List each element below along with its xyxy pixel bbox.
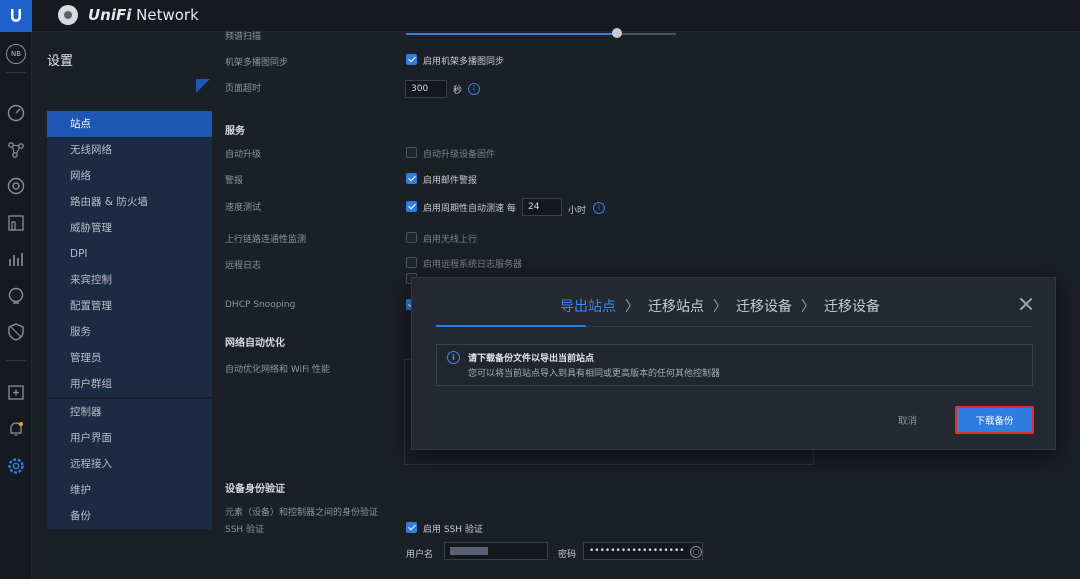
timeout-label: 页面超时: [225, 84, 262, 94]
threat-icon[interactable]: [5, 321, 27, 343]
slider-rest: [616, 33, 676, 35]
download-backup-button[interactable]: 下载备份: [955, 406, 1034, 434]
insights-icon[interactable]: [5, 285, 27, 307]
info-icon: i: [447, 351, 460, 364]
alerts-check-label: 启用邮件警报: [423, 176, 478, 186]
cancel-button[interactable]: 取消: [898, 413, 917, 427]
nav-item-maintenance[interactable]: 维护: [47, 477, 212, 503]
meshcast-checkbox[interactable]: [406, 54, 417, 65]
nav-item-user-groups[interactable]: 用户群组: [47, 371, 212, 397]
speedtest-unit: 小时: [568, 206, 587, 216]
nav-item-networks[interactable]: 网络: [47, 163, 212, 189]
chevron-right-icon: 〉: [625, 299, 639, 315]
nav-item-admins[interactable]: 管理员: [47, 345, 212, 371]
password-label: 密码: [558, 550, 577, 560]
ssh-auth-check-label: 启用 SSH 验证: [423, 525, 483, 535]
unifi-app-icon: [58, 5, 78, 25]
network-optimization-title: 网络自动优化: [225, 338, 285, 349]
speedtest-interval-input[interactable]: 24: [522, 198, 562, 216]
active-nav-marker: [196, 79, 210, 93]
top-bar: UniFi Network: [0, 0, 1080, 32]
network-optimization-label: 自动优化网络和 WiFi 性能: [225, 365, 330, 375]
app-title: UniFi Network: [88, 6, 199, 24]
uplink-monitor-label: 上行链路连通性监测: [225, 235, 307, 245]
nav-item-profiles[interactable]: 配置管理: [47, 293, 212, 319]
step-export-site[interactable]: 导出站点: [560, 296, 616, 316]
step-migrate-devices[interactable]: 迁移设备: [736, 296, 792, 316]
alerts-icon[interactable]: [5, 418, 27, 440]
close-icon[interactable]: [1018, 296, 1034, 312]
uplink-checkbox[interactable]: [406, 232, 417, 243]
syslog-label: 远程日志: [225, 261, 262, 271]
spectrum-slider[interactable]: [406, 28, 676, 38]
migration-steps: 导出站点〉迁移站点〉迁移设备〉迁移设备: [560, 296, 880, 318]
step-migrate-devices-final[interactable]: 迁移设备: [824, 296, 880, 316]
syslog-checkbox[interactable]: [406, 257, 417, 268]
topology-icon[interactable]: [5, 139, 27, 161]
chevron-right-icon: 〉: [713, 299, 727, 315]
nav-item-dpi[interactable]: DPI: [47, 241, 212, 267]
settings-nav-list: 站点 无线网络 网络 路由器 & 防火墙 威胁管理 DPI 来宾控制 配置管理 …: [47, 111, 212, 529]
dashboard-icon[interactable]: [5, 102, 27, 124]
device-auth-title: 设备身份验证: [225, 484, 285, 495]
ssh-auth-label: SSH 验证: [225, 525, 265, 535]
devices-icon[interactable]: [5, 175, 27, 197]
ssh-auth-checkbox[interactable]: [406, 522, 417, 533]
timeout-unit: 秒: [453, 86, 463, 96]
nav-item-remote-access[interactable]: 远程接入: [47, 451, 212, 477]
device-auth-description: 元素（设备）和控制器之间的身份验证: [225, 508, 379, 518]
migrate-site-dialog: 导出站点〉迁移站点〉迁移设备〉迁移设备 i 请下载备份文件以导出当前站点 您可以…: [411, 277, 1056, 450]
site-badge[interactable]: NB: [6, 44, 26, 64]
spectrum-label: 频谱扫描: [225, 32, 262, 42]
events-icon[interactable]: [5, 381, 27, 403]
settings-title: 设置: [47, 54, 74, 69]
icon-rail: NB: [0, 32, 32, 579]
rail-divider: [6, 72, 26, 73]
speedtest-label: 速度测试: [225, 203, 262, 213]
show-password-icon[interactable]: ○: [690, 546, 702, 558]
nav-item-wireless[interactable]: 无线网络: [47, 137, 212, 163]
timeout-info-icon[interactable]: i: [468, 83, 480, 95]
meshcast-check-label: 启用机架多播图同步: [423, 57, 505, 67]
auto-upgrade-label: 自动升级: [225, 150, 262, 160]
auto-upgrade-check-label: 自动升级设备固件: [423, 150, 496, 160]
ubiquiti-logo-icon[interactable]: [0, 0, 32, 32]
alerts-label: 警报: [225, 176, 244, 186]
nav-item-threat-management[interactable]: 威胁管理: [47, 215, 212, 241]
meshcast-label: 机架多播图同步: [225, 58, 289, 68]
export-notice: i 请下载备份文件以导出当前站点 您可以将当前站点导入到具有相同或更高版本的任何…: [436, 344, 1033, 386]
username-label: 用户名: [406, 550, 434, 560]
timeout-input[interactable]: 300: [405, 80, 447, 98]
nav-item-routing-firewall[interactable]: 路由器 & 防火墙: [47, 189, 212, 215]
services-title: 服务: [225, 126, 245, 137]
statistics-icon[interactable]: [5, 248, 27, 270]
alerts-checkbox[interactable]: [406, 173, 417, 184]
nav-item-controller[interactable]: 控制器: [47, 399, 212, 425]
chevron-right-icon: 〉: [801, 299, 815, 315]
notice-subtitle: 您可以将当前站点导入到具有相同或更高版本的任何其他控制器: [468, 369, 721, 379]
username-input[interactable]: [444, 542, 548, 560]
settings-icon[interactable]: [5, 455, 27, 477]
auto-upgrade-checkbox[interactable]: [406, 147, 417, 158]
syslog-check-label: 启用远程系统日志服务器: [423, 260, 523, 270]
speedtest-info-icon[interactable]: i: [593, 202, 605, 214]
slider-knob[interactable]: [612, 28, 622, 38]
speedtest-checkbox[interactable]: [406, 201, 417, 212]
password-input[interactable]: ••••••••••••••••••: [583, 542, 703, 560]
notice-title: 请下载备份文件以导出当前站点: [468, 354, 595, 364]
nav-item-site[interactable]: 站点: [47, 111, 212, 137]
nav-item-services[interactable]: 服务: [47, 319, 212, 345]
settings-nav: 设置 站点 无线网络 网络 路由器 & 防火墙 威胁管理 DPI 来宾控制 配置…: [32, 32, 212, 579]
rail-divider: [6, 360, 26, 361]
active-step-indicator: [436, 325, 586, 327]
speedtest-check-label: 启用周期性自动测速 每: [423, 204, 516, 214]
username-redacted: [450, 547, 488, 555]
nav-item-user-interface[interactable]: 用户界面: [47, 425, 212, 451]
nav-item-guest-control[interactable]: 来宾控制: [47, 267, 212, 293]
dhcp-snooping-label: DHCP Snooping: [225, 300, 296, 310]
clients-icon[interactable]: [5, 212, 27, 234]
step-migrate-site[interactable]: 迁移站点: [648, 296, 704, 316]
nav-item-backup[interactable]: 备份: [47, 503, 212, 529]
uplink-check-label: 启用无线上行: [423, 235, 478, 245]
